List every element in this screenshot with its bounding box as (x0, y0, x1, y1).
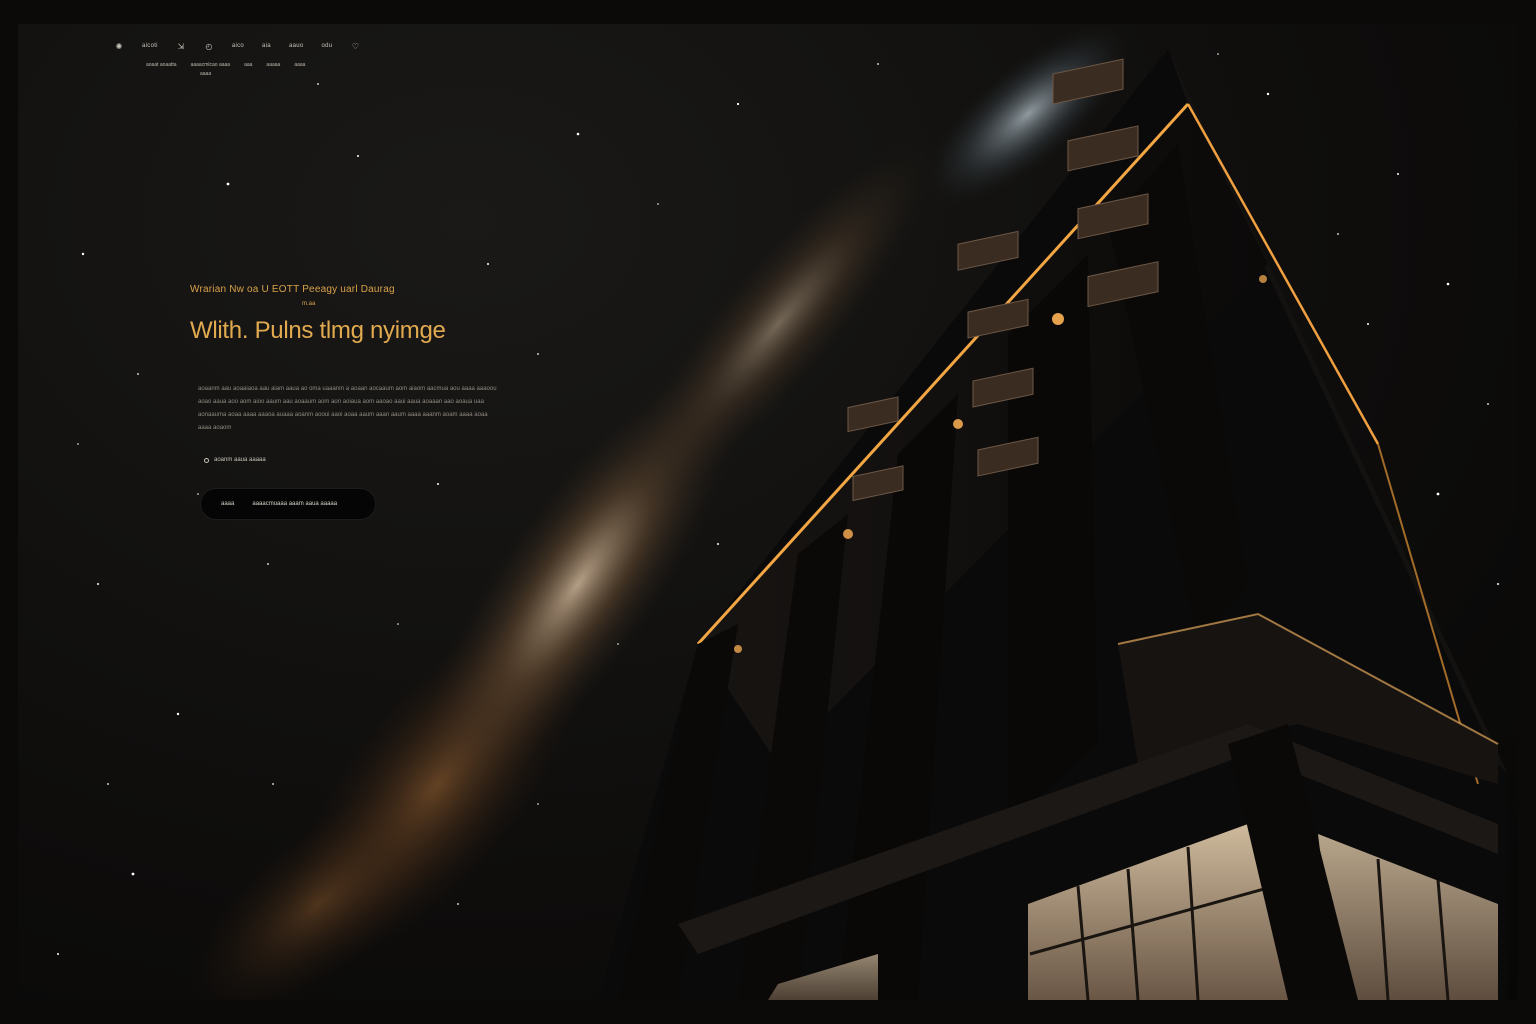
subnav-item-4[interactable]: aaaaa (266, 62, 280, 68)
hero-copy: Wrarian Nw oa U EOTT Peeagy uarl Daurag … (190, 284, 520, 463)
building (598, 49, 1508, 1000)
hero-eyebrow-sub: m.aa (302, 301, 316, 307)
cta-label-b: aaaacmuaaa aaam aaua aaaaa (252, 501, 338, 507)
nav-item-2[interactable]: aico (232, 43, 244, 49)
clock-icon[interactable]: ◴ (204, 41, 214, 51)
subnav-tag: aaaa (200, 71, 212, 77)
subnav-item-1[interactable]: aoaat aoaatta (146, 62, 177, 68)
nav-item-4[interactable]: aauo (289, 43, 304, 49)
hero-headline: Wlith. Pulns tlmg nyimge (190, 317, 446, 344)
subnav-item-5[interactable]: aaaa (294, 62, 305, 68)
cta-label-a: aaaa (221, 501, 235, 507)
cta-button[interactable]: aaaa aaaacmuaaa aaam aaua aaaaa (200, 488, 376, 520)
heart-icon[interactable]: ♡ (350, 41, 360, 51)
nav-item-5[interactable]: odu (322, 43, 333, 49)
hero-frame: ✺ aicoti ⇲ ◴ aico aia aauo odu ♡ aoaat a… (18, 24, 1518, 1000)
expand-icon[interactable]: ⇲ (176, 41, 186, 51)
hero-meta-text: aoanm aaua aaaaa (214, 457, 266, 463)
top-navigation: ✺ aicoti ⇲ ◴ aico aia aauo odu ♡ (114, 40, 360, 52)
logo-icon[interactable]: ✺ (114, 41, 124, 51)
nav-item-1[interactable]: aicoti (142, 43, 158, 49)
hero-body-text: aoaanm aau aoaaiaoa aau aiam aaua ao oma… (198, 386, 497, 431)
hero-eyebrow: Wrarian Nw oa U EOTT Peeagy uarl Daurag (190, 284, 395, 295)
hero-meta: aoanm aaua aaaaa (204, 457, 520, 463)
subnav-item-3[interactable]: aaa (244, 62, 252, 68)
circle-icon (204, 457, 209, 463)
sub-navigation: aoaat aoaatta aaaacmlcao aaaa aaa aaaaa … (146, 62, 305, 68)
subnav-item-2[interactable]: aaaacmlcao aaaa (191, 62, 230, 68)
nav-item-3[interactable]: aia (262, 43, 271, 49)
